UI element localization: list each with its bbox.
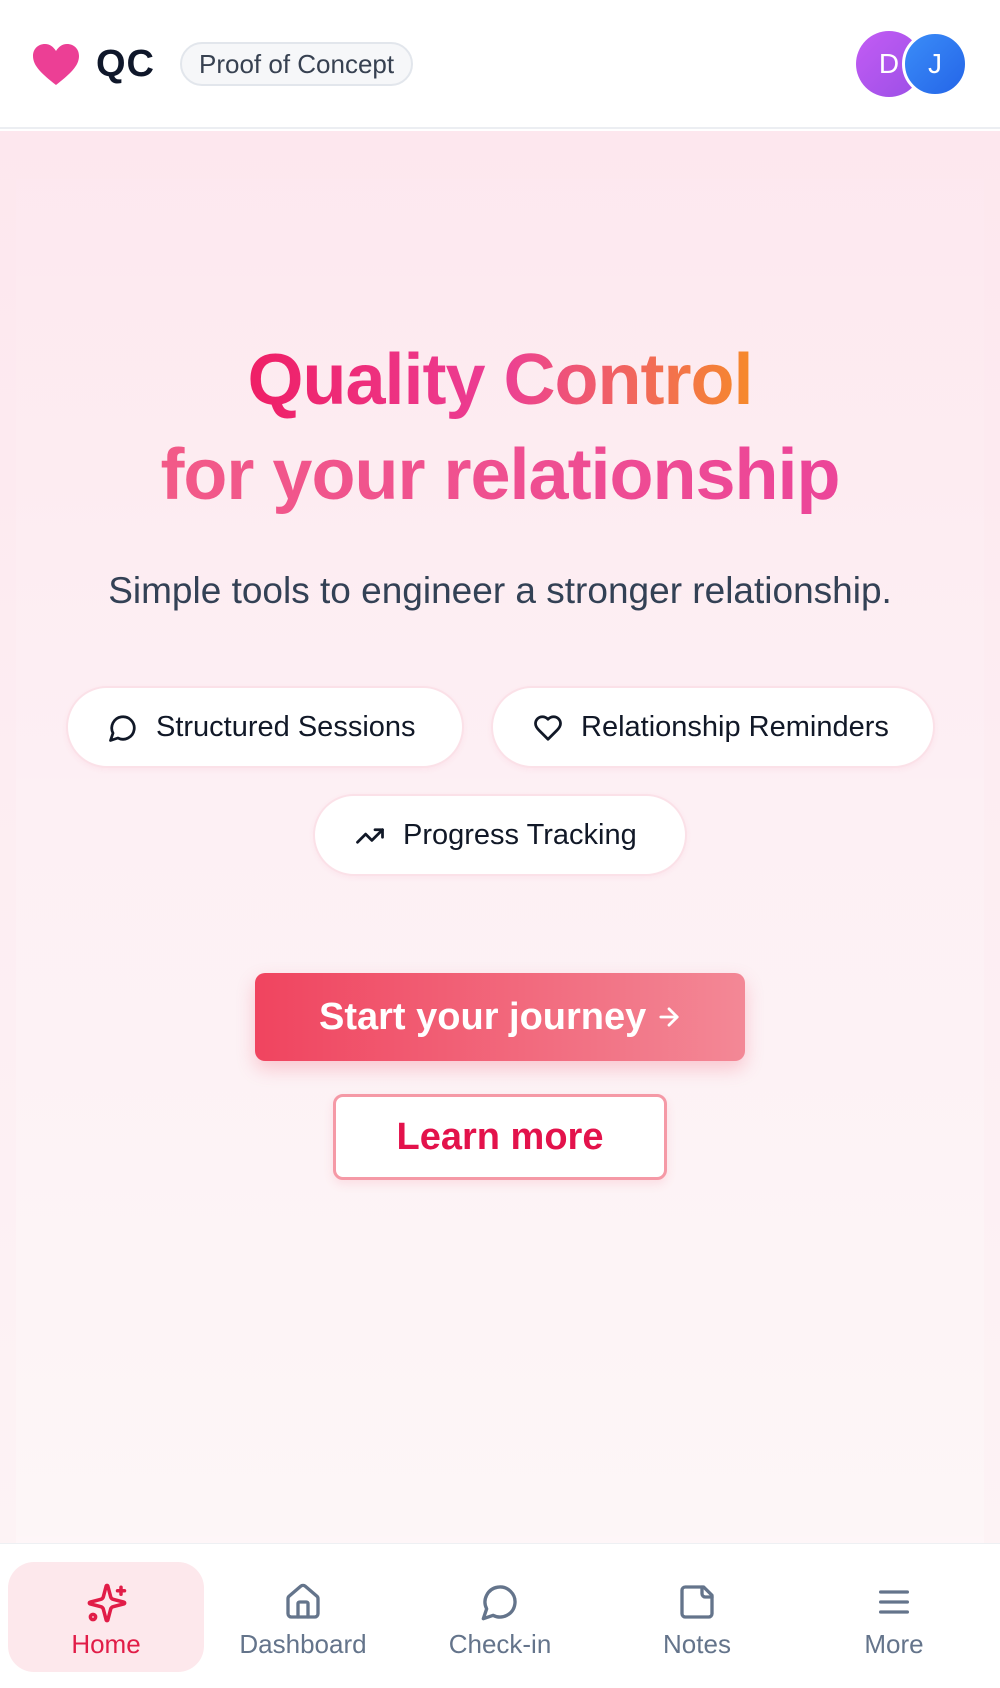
home-icon xyxy=(286,1583,320,1619)
top-header: QC Proof of Concept D J xyxy=(0,0,1000,129)
nav-item-home[interactable]: Home xyxy=(8,1562,204,1672)
sparkles-icon xyxy=(87,1583,127,1623)
hero-title-line-1: Quality Control xyxy=(247,340,754,420)
nav-label: Home xyxy=(71,1629,141,1659)
brand-name[interactable]: QC xyxy=(96,40,155,88)
feature-label: Relationship Reminders xyxy=(581,711,889,743)
nav-item-notes[interactable]: Notes xyxy=(599,1562,795,1672)
feature-label: Progress Tracking xyxy=(403,819,637,851)
bottom-nav: Home Dashboard Check-in Notes More xyxy=(0,1543,1000,1688)
chat-bubble-icon xyxy=(109,715,136,742)
app-page: QC Proof of Concept D J Quality Control … xyxy=(0,0,1000,1688)
feature-label: Structured Sessions xyxy=(156,711,416,743)
avatar-j[interactable]: J xyxy=(902,31,968,97)
nav-item-more[interactable]: More xyxy=(796,1562,992,1672)
chat-bubble-icon xyxy=(481,1585,517,1621)
feature-pill-relationship-reminders: Relationship Reminders xyxy=(491,686,935,768)
trending-up-icon xyxy=(356,828,384,844)
nav-label: Dashboard xyxy=(239,1629,367,1659)
learn-more-button[interactable]: Learn more xyxy=(333,1094,667,1180)
nav-label: More xyxy=(864,1629,924,1659)
nav-label: Check-in xyxy=(448,1629,552,1659)
start-your-journey-button[interactable]: Start your journey xyxy=(255,973,745,1061)
hero-title-line-2: for your relationship xyxy=(160,435,840,515)
start-journey-label: Start your journey xyxy=(319,996,647,1038)
heart-logo-icon xyxy=(33,44,79,85)
nav-item-dashboard[interactable]: Dashboard xyxy=(205,1562,401,1672)
proof-of-concept-badge: Proof of Concept xyxy=(180,42,414,86)
heart-outline-icon xyxy=(534,715,562,741)
nav-label: Notes xyxy=(663,1629,731,1659)
feature-pill-structured-sessions: Structured Sessions xyxy=(66,686,464,768)
menu-icon xyxy=(879,1590,909,1614)
nav-item-check-in[interactable]: Check-in xyxy=(402,1562,598,1672)
arrow-right-icon xyxy=(659,1007,679,1027)
feature-pill-progress-tracking: Progress Tracking xyxy=(313,794,687,876)
note-icon xyxy=(680,1585,714,1619)
hero-subtitle: Simple tools to engineer a stronger rela… xyxy=(108,570,892,611)
